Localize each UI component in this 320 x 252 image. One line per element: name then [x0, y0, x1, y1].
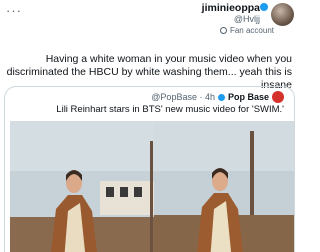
verified-icon: [217, 93, 225, 101]
quoted-tweet-author[interactable]: Pop Base: [228, 92, 269, 102]
author-username[interactable]: jiminieoppa: [202, 2, 260, 14]
quoted-tweet-card[interactable]: @PopBase · 4h Pop Base Lili Reinhart sta…: [4, 86, 295, 252]
quoted-tweet-avatar[interactable]: [272, 91, 284, 103]
author-avatar[interactable]: [271, 3, 294, 26]
fan-account-icon: [219, 27, 227, 34]
author-handle[interactable]: @Hvljj: [234, 14, 260, 24]
quoted-tweet-meta: @PopBase · 4h: [151, 92, 215, 102]
verified-icon: [260, 3, 268, 11]
quoted-tweet-image-2[interactable]: [154, 121, 294, 252]
quoted-tweet-image-1[interactable]: [10, 121, 154, 252]
quoted-tweet-text: Lili Reinhart stars in BTS' new music vi…: [56, 104, 284, 115]
more-options-icon[interactable]: ···: [6, 3, 22, 18]
fan-account-badge: Fan account: [219, 26, 274, 35]
quoted-tweet-header: @PopBase · 4h Pop Base: [151, 91, 284, 103]
video-still-1: [10, 121, 154, 252]
video-still-2: [154, 121, 294, 252]
fan-account-label: Fan account: [229, 26, 274, 35]
